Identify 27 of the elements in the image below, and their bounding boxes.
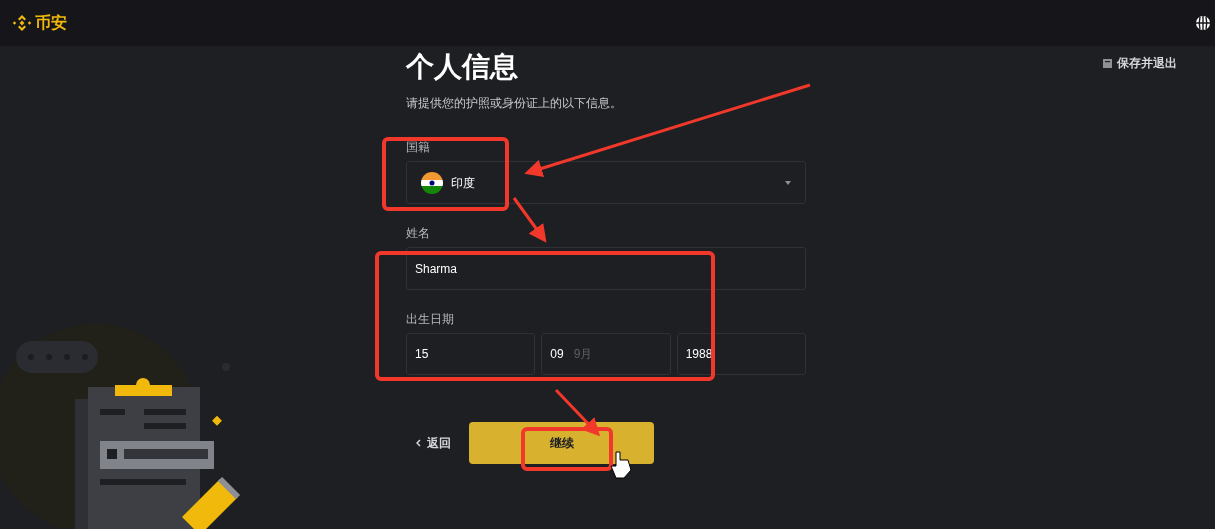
field-label: 国籍 (406, 139, 430, 156)
date-value: 09 (550, 346, 564, 363)
date-hint: 9月 (573, 346, 593, 363)
save-icon (1103, 58, 1112, 68)
logo-text[interactable]: 币安 (35, 11, 67, 35)
page-subtitle: 请提供您的护照或身份证上的以下信息。 (406, 95, 623, 112)
save-exit-button[interactable]: 保存并退出 (1103, 54, 1177, 72)
back-button[interactable]: 返回 (416, 434, 451, 452)
date-value: 15 (415, 346, 429, 363)
annotation-arrow (554, 388, 601, 437)
nationality-select[interactable]: 印度 (406, 161, 806, 204)
globe-icon[interactable] (1195, 15, 1211, 31)
date-input[interactable]: 09 9月 (541, 333, 671, 375)
page-title: 个人信息 (406, 50, 519, 84)
field-label: 姓名 (406, 225, 430, 242)
chevron-left-icon (416, 439, 421, 447)
date-input[interactable]: 1988 (676, 333, 806, 375)
pointer-cursor-icon (610, 451, 632, 479)
flag-icon (421, 171, 443, 194)
field-label: 出生日期 (406, 311, 454, 328)
logo-icon (12, 13, 32, 33)
select-value: 印度 (451, 174, 476, 192)
name-input[interactable]: Sharma (406, 247, 806, 290)
caret-down-icon (785, 180, 791, 185)
annotation-arrow (512, 197, 547, 243)
date-value: 1988 (685, 346, 713, 363)
date-input[interactable]: 15 (406, 333, 536, 375)
